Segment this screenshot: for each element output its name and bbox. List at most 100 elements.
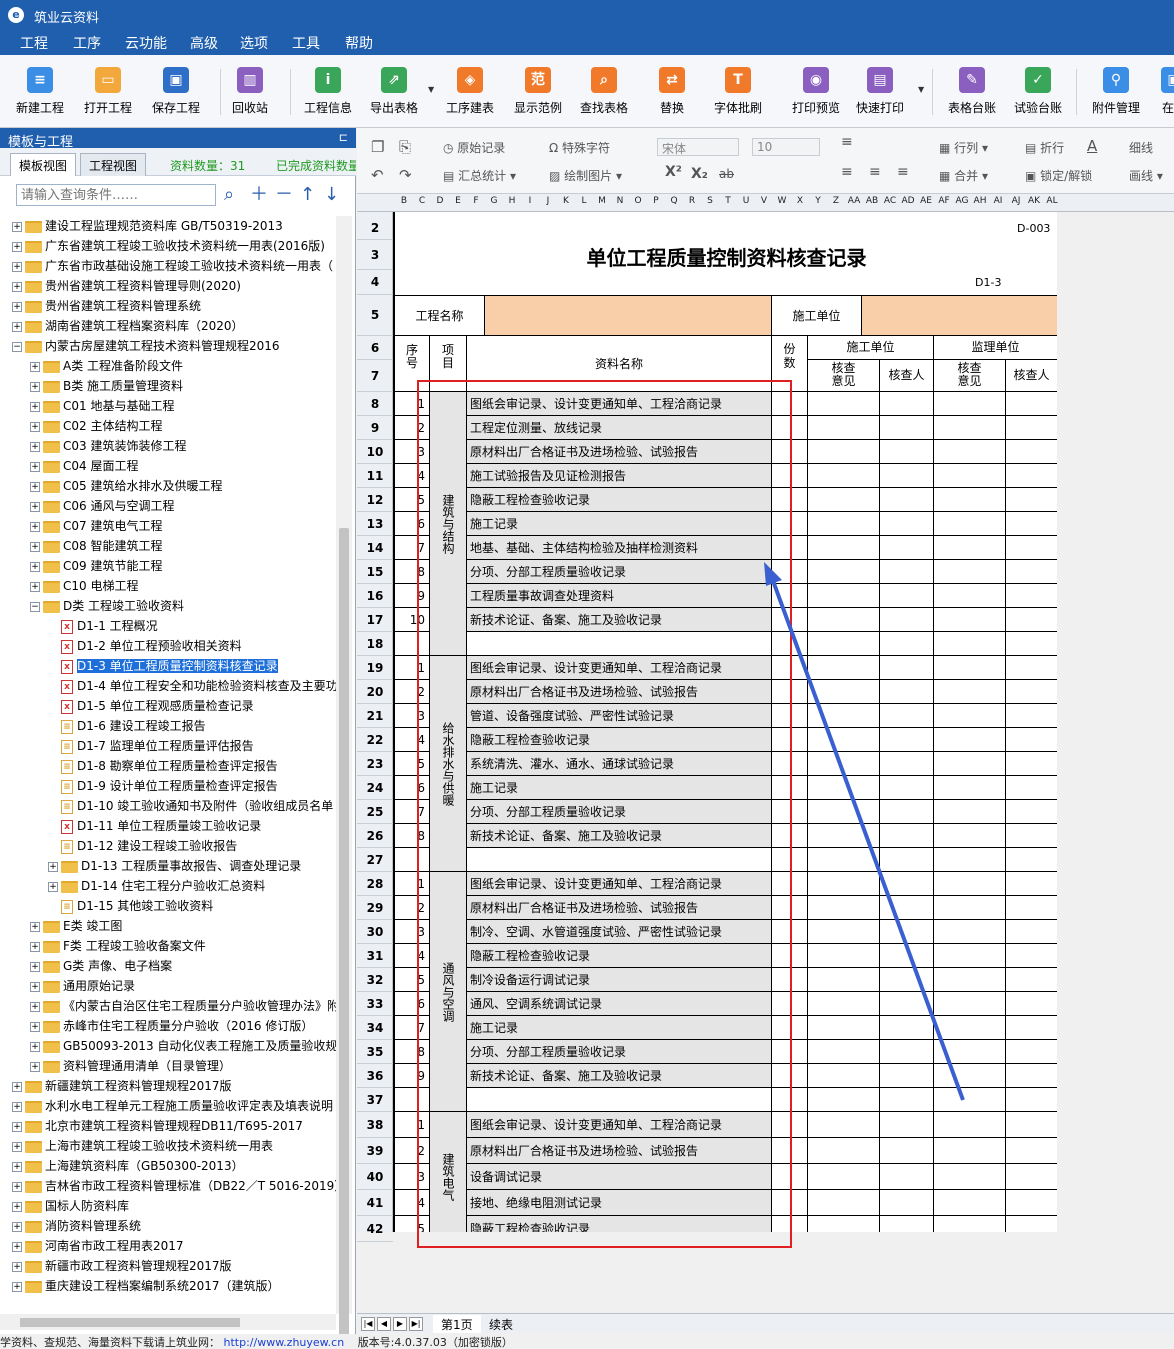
column-letter[interactable]: AE: [917, 196, 935, 206]
column-letter[interactable]: I: [521, 196, 539, 206]
tree-item[interactable]: + C05 建筑给水排水及供暖工程: [30, 476, 222, 496]
sup-opinion-cell[interactable]: [934, 608, 1006, 632]
cons-checker-cell[interactable]: [880, 776, 934, 800]
align-left-icon[interactable]: ≡: [841, 164, 853, 180]
cons-opinion-cell[interactable]: [808, 416, 880, 440]
row-number[interactable]: 27: [357, 848, 393, 872]
cons-checker-cell[interactable]: [880, 464, 934, 488]
sup-checker-cell[interactable]: [1006, 536, 1057, 560]
superscript-icon[interactable]: X²: [665, 164, 682, 180]
tree-item[interactable]: + C02 主体结构工程: [30, 416, 162, 436]
sup-checker-cell[interactable]: [1006, 944, 1057, 968]
original-record-button[interactable]: ◷ 原始记录: [443, 139, 505, 156]
cons-checker-cell[interactable]: [880, 1016, 934, 1040]
sup-checker-cell[interactable]: [1006, 608, 1057, 632]
expand-icon[interactable]: +: [30, 1001, 40, 1012]
font-size-select[interactable]: 10: [752, 138, 820, 156]
replace-button[interactable]: ⇄ 替换: [652, 61, 692, 123]
column-letter[interactable]: B: [395, 196, 413, 206]
column-letter[interactable]: AC: [881, 196, 899, 206]
expand-icon[interactable]: +: [12, 241, 22, 252]
cons-opinion-cell[interactable]: [808, 536, 880, 560]
sup-checker-cell[interactable]: [1006, 728, 1057, 752]
expand-icon[interactable]: +: [30, 541, 40, 552]
tree-item[interactable]: + 河南省市政工程用表2017: [12, 1236, 184, 1256]
sup-opinion-cell[interactable]: [934, 1112, 1006, 1138]
row-number[interactable]: 11: [357, 464, 393, 488]
row-number[interactable]: 13: [357, 512, 393, 536]
sup-opinion-cell[interactable]: [934, 512, 1006, 536]
cons-checker-cell[interactable]: [880, 440, 934, 464]
expand-icon[interactable]: +: [12, 321, 22, 332]
expand-icon[interactable]: +: [30, 441, 40, 452]
cons-opinion-cell[interactable]: [808, 704, 880, 728]
sup-opinion-cell[interactable]: [934, 1138, 1006, 1164]
cons-opinion-cell[interactable]: [808, 1040, 880, 1064]
row-number[interactable]: 17: [357, 608, 393, 632]
expand-icon[interactable]: +: [12, 221, 22, 232]
row-number[interactable]: 26: [357, 824, 393, 848]
expand-icon[interactable]: +: [12, 1261, 22, 1272]
column-letter[interactable]: G: [485, 196, 503, 206]
column-letter[interactable]: R: [683, 196, 701, 206]
attachment-button[interactable]: ⚲ 附件管理: [1088, 61, 1144, 123]
sup-checker-cell[interactable]: [1006, 848, 1057, 872]
row-number[interactable]: 31: [357, 944, 393, 968]
expand-icon[interactable]: +: [30, 1041, 40, 1052]
cons-opinion-cell[interactable]: [808, 968, 880, 992]
tree-item[interactable]: ≡ D1-15 其他竣工验收资料: [48, 896, 213, 916]
sup-opinion-cell[interactable]: [934, 392, 1006, 416]
sup-checker-cell[interactable]: [1006, 1088, 1057, 1112]
tree-item[interactable]: + 广东省市政基础设施工程竣工验收技术资料统一用表（: [12, 256, 333, 276]
expand-icon[interactable]: +: [30, 401, 40, 412]
sup-checker-cell[interactable]: [1006, 776, 1057, 800]
row-number[interactable]: 3: [357, 240, 393, 270]
tree-item[interactable]: − 内蒙古房屋建筑工程技术资料管理规程2016: [12, 336, 280, 356]
cons-checker-cell[interactable]: [880, 824, 934, 848]
expand-icon[interactable]: +: [12, 1141, 22, 1152]
expand-icon[interactable]: +: [12, 1241, 22, 1252]
sup-opinion-cell[interactable]: [934, 1164, 1006, 1190]
cons-checker-cell[interactable]: [880, 920, 934, 944]
sup-opinion-cell[interactable]: [934, 584, 1006, 608]
expand-icon[interactable]: +: [30, 1061, 40, 1072]
sup-opinion-cell[interactable]: [934, 752, 1006, 776]
tree-item[interactable]: + 新疆建筑工程资料管理规程2017版: [12, 1076, 232, 1096]
sup-checker-cell[interactable]: [1006, 968, 1057, 992]
move-up-icon[interactable]: ↑: [300, 184, 315, 206]
column-letter[interactable]: AB: [863, 196, 881, 206]
column-letter[interactable]: AI: [989, 196, 1007, 206]
special-char-button[interactable]: Ω 特殊字符: [549, 139, 610, 156]
expand-icon[interactable]: +: [30, 381, 40, 392]
cons-opinion-cell[interactable]: [808, 992, 880, 1016]
row-number[interactable]: 41: [357, 1190, 393, 1216]
column-letter[interactable]: P: [647, 196, 665, 206]
sup-opinion-cell[interactable]: [934, 800, 1006, 824]
row-number[interactable]: 5: [357, 295, 393, 336]
row-number[interactable]: 12: [357, 488, 393, 512]
sup-opinion-cell[interactable]: [934, 1040, 1006, 1064]
tree-item[interactable]: ≡ D1-8 勘察单位工程质量检查评定报告: [48, 756, 278, 776]
tab-project-view[interactable]: 工程视图: [80, 153, 147, 176]
column-letter[interactable]: W: [773, 196, 791, 206]
construction-unit-label[interactable]: 施工单位: [772, 295, 862, 336]
sup-opinion-header[interactable]: 核查意见: [934, 360, 1006, 392]
undo-icon[interactable]: ↶: [371, 166, 384, 184]
cons-opinion-cell[interactable]: [808, 800, 880, 824]
cons-opinion-cell[interactable]: [808, 656, 880, 680]
summary-button[interactable]: ▤ 汇总统计 ▾: [443, 167, 516, 184]
row-number[interactable]: 36: [357, 1064, 393, 1088]
last-sheet-icon[interactable]: ▶|: [409, 1317, 423, 1331]
cons-checker-cell[interactable]: [880, 728, 934, 752]
print-button[interactable]: ▤ 快速打印: [852, 61, 908, 123]
row-number[interactable]: 18: [357, 632, 393, 656]
cons-opinion-cell[interactable]: [808, 608, 880, 632]
print-preview-button[interactable]: ◉ 打印预览: [788, 61, 844, 123]
column-letter[interactable]: AD: [899, 196, 917, 206]
menu-4[interactable]: 选项: [240, 33, 268, 53]
row-number[interactable]: 42: [357, 1216, 393, 1242]
sup-checker-cell[interactable]: [1006, 392, 1057, 416]
tree-item[interactable]: + 湖南省建筑工程档案资料库（2020）: [12, 316, 244, 336]
tree-item[interactable]: ≡ D1-6 建设工程竣工报告: [48, 716, 206, 736]
project-name-value[interactable]: [485, 295, 772, 336]
